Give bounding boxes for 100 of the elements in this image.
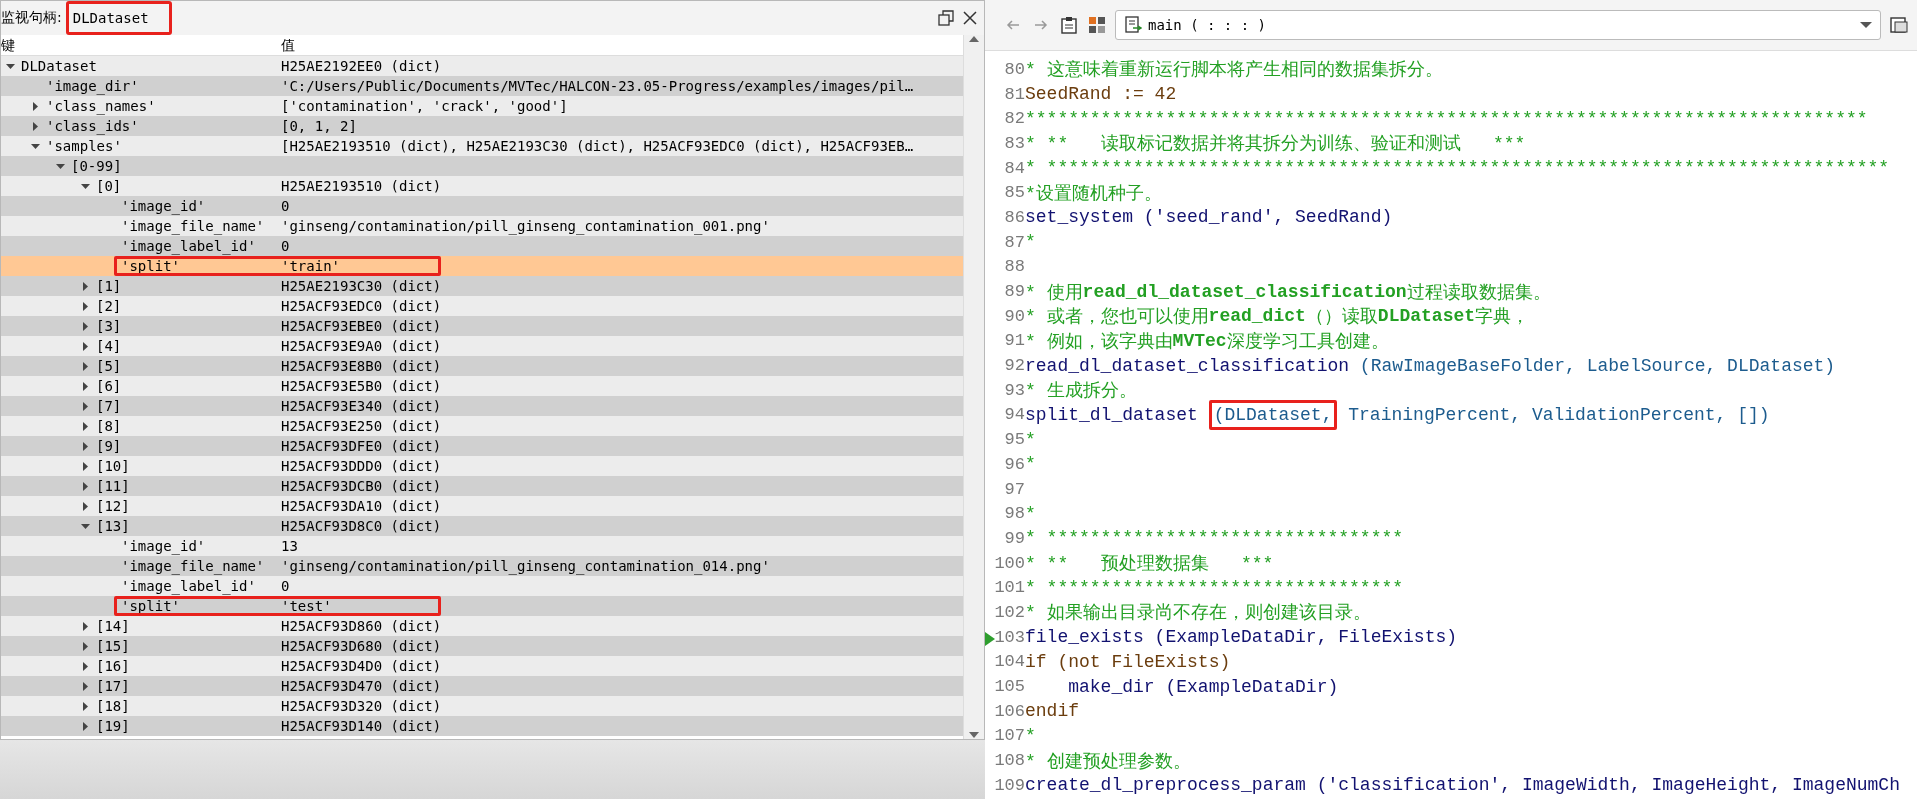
tree-row[interactable]: [3] H25ACF93EBE0 (dict) (1, 316, 963, 336)
expand-caret-icon[interactable] (81, 321, 90, 331)
expand-caret-icon[interactable] (81, 301, 90, 311)
expand-caret-icon[interactable] (81, 381, 90, 391)
collapse-caret-icon[interactable] (31, 141, 40, 151)
code-comment: * 如果输出目录尚不存在，则创建该目录。 (1025, 602, 1371, 625)
expand-caret-icon[interactable] (81, 681, 90, 691)
grid-icon[interactable] (1087, 15, 1107, 35)
value-text: 0 (281, 578, 290, 594)
value-text: H25ACF93D4D0 (dict) (281, 658, 442, 674)
expand-caret-icon[interactable] (81, 481, 90, 491)
caret-icon[interactable] (1860, 21, 1872, 29)
expand-caret-icon[interactable] (81, 421, 90, 431)
expand-caret-icon[interactable] (81, 401, 90, 411)
tree-row[interactable]: 'class_names' ['contamination', 'crack', 'good'] (1, 96, 963, 116)
expand-caret-icon[interactable] (81, 721, 90, 731)
expand-caret-icon[interactable] (81, 661, 90, 671)
close-icon[interactable] (962, 10, 978, 26)
tree-row[interactable]: 'split' 'test' (1, 596, 963, 616)
value-text: H25ACF93EDC0 (dict) (281, 298, 442, 314)
line-number: 93 (1004, 380, 1025, 400)
column-header[interactable]: 键 (1, 35, 281, 55)
scrollbar[interactable] (963, 35, 984, 739)
expand-caret-icon[interactable] (81, 281, 90, 291)
expand-caret-icon[interactable] (81, 501, 90, 511)
expand-caret-icon[interactable] (81, 641, 90, 651)
tree-row[interactable]: [6] H25ACF93E5B0 (dict) (1, 376, 963, 396)
window-icon[interactable] (1889, 15, 1909, 35)
tree-row[interactable]: 'image_label_id' 0 (1, 576, 963, 596)
column-header[interactable]: 值 (281, 35, 295, 55)
tree-row[interactable]: [15] H25ACF93D680 (dict) (1, 636, 963, 656)
line-number: 81 (1004, 84, 1025, 104)
tree-row[interactable]: [12] H25ACF93DA10 (dict) (1, 496, 963, 516)
code-text: SeedRand := 42 (1025, 84, 1177, 105)
tree-row[interactable]: 'image_id' 13 (1, 536, 963, 556)
key-text: [11] (96, 478, 130, 494)
collapse-caret-icon[interactable] (81, 181, 90, 191)
expand-caret-icon[interactable] (81, 701, 90, 711)
code-comment: * (1025, 503, 1036, 524)
line-number: 97 (1004, 479, 1025, 499)
expand-caret-icon[interactable] (81, 621, 90, 631)
key-text: [6] (96, 378, 122, 394)
tree-row[interactable]: [9] H25ACF93DFE0 (dict) (1, 436, 963, 456)
value-text: H25ACF93DA10 (dict) (281, 498, 442, 514)
key-text: [10] (96, 458, 130, 474)
tree-row[interactable]: 'samples' [H25AE2193510 (dict), H25AE2193C30 (dict), H25ACF93EDC0 (dict), H25ACF93EB… (1, 136, 963, 156)
tree-row[interactable]: DLDataset H25AE2192EE0 (dict) (1, 56, 963, 76)
tree-row[interactable]: [19] H25ACF93D140 (dict) (1, 716, 963, 736)
tree-row[interactable]: [10] H25ACF93DDD0 (dict) (1, 456, 963, 476)
expand-caret-icon[interactable] (81, 341, 90, 351)
code-text: set_system ('seed_rand', SeedRand) (1025, 207, 1393, 228)
tree-row[interactable]: 'image_file_name' 'ginseng/contamination/pill_ginseng_contamination_014.png' (1, 556, 963, 576)
key-text: [8] (96, 418, 122, 434)
value-text: H25ACF93E5B0 (dict) (281, 378, 442, 394)
tree-row[interactable]: [7] H25ACF93E340 (dict) (1, 396, 963, 416)
key-text: 'image_label_id' (121, 238, 256, 254)
line-number: 101 (994, 578, 1025, 598)
tree-row[interactable]: [5] H25ACF93E8B0 (dict) (1, 356, 963, 376)
tree-row[interactable]: [0-99] (1, 156, 963, 176)
collapse-caret-icon[interactable] (6, 61, 15, 71)
key-text: 'image_dir' (46, 78, 139, 94)
procedure-dropdown[interactable]: main ( : : : ) (1115, 10, 1881, 40)
key-text: [9] (96, 438, 122, 454)
clipboard-icon[interactable] (1059, 15, 1079, 35)
line-number: 106 (994, 701, 1025, 721)
expand-caret-icon[interactable] (31, 101, 40, 111)
key-text: [18] (96, 698, 130, 714)
restore-icon[interactable] (938, 10, 954, 26)
code-comment: * (1025, 429, 1036, 450)
tree-row[interactable]: [18] H25ACF93D320 (dict) (1, 696, 963, 716)
tree-row[interactable]: 'image_file_name' 'ginseng/contamination/pill_ginseng_contamination_001.png' (1, 216, 963, 236)
tree-row[interactable]: [2] H25ACF93EDC0 (dict) (1, 296, 963, 316)
value-text: [0, 1, 2] (281, 118, 357, 134)
tree-row[interactable]: [14] H25ACF93D860 (dict) (1, 616, 963, 636)
code-comment: * (1025, 454, 1036, 475)
tree-row[interactable]: [0] H25AE2193510 (dict) (1, 176, 963, 196)
tree-row[interactable]: [1] H25AE2193C30 (dict) (1, 276, 963, 296)
value-text: H25ACF93D470 (dict) (281, 678, 442, 694)
expand-caret-icon[interactable] (81, 361, 90, 371)
value-text: 'ginseng/contamination/pill_ginseng_contamination_001.png' (281, 218, 770, 234)
tree-row[interactable]: [4] H25ACF93E9A0 (dict) (1, 336, 963, 356)
tree-row[interactable]: 'class_ids' [0, 1, 2] (1, 116, 963, 136)
expand-caret-icon[interactable] (31, 121, 40, 131)
tree-row[interactable]: 'split' 'train' (1, 256, 963, 276)
key-text: DLDataset (21, 58, 97, 74)
tree-row[interactable]: [16] H25ACF93D4D0 (dict) (1, 656, 963, 676)
tree-row[interactable]: [13] H25ACF93D8C0 (dict) (1, 516, 963, 536)
expand-caret-icon[interactable] (81, 461, 90, 471)
tree-row[interactable]: 'image_id' 0 (1, 196, 963, 216)
tree-row[interactable]: 'image_label_id' 0 (1, 236, 963, 256)
code-text: (RawImageBaseFolder, LabelSource, DLDataset) (1359, 355, 1836, 376)
line-number: 104 (994, 652, 1025, 672)
tree-row[interactable]: [8] H25ACF93E250 (dict) (1, 416, 963, 436)
tree-row[interactable]: [11] H25ACF93DCB0 (dict) (1, 476, 963, 496)
tree-row[interactable]: 'image_dir' 'C:/Users/Public/Documents/MVTec/HALCON-23.05-Progress/examples/images/pil… (1, 76, 963, 96)
collapse-caret-icon[interactable] (81, 521, 90, 531)
collapse-caret-icon[interactable] (56, 161, 65, 171)
tree-row[interactable]: [17] H25ACF93D470 (dict) (1, 676, 963, 696)
expand-caret-icon[interactable] (81, 441, 90, 451)
code-text: split_dl_dataset (1025, 404, 1199, 425)
